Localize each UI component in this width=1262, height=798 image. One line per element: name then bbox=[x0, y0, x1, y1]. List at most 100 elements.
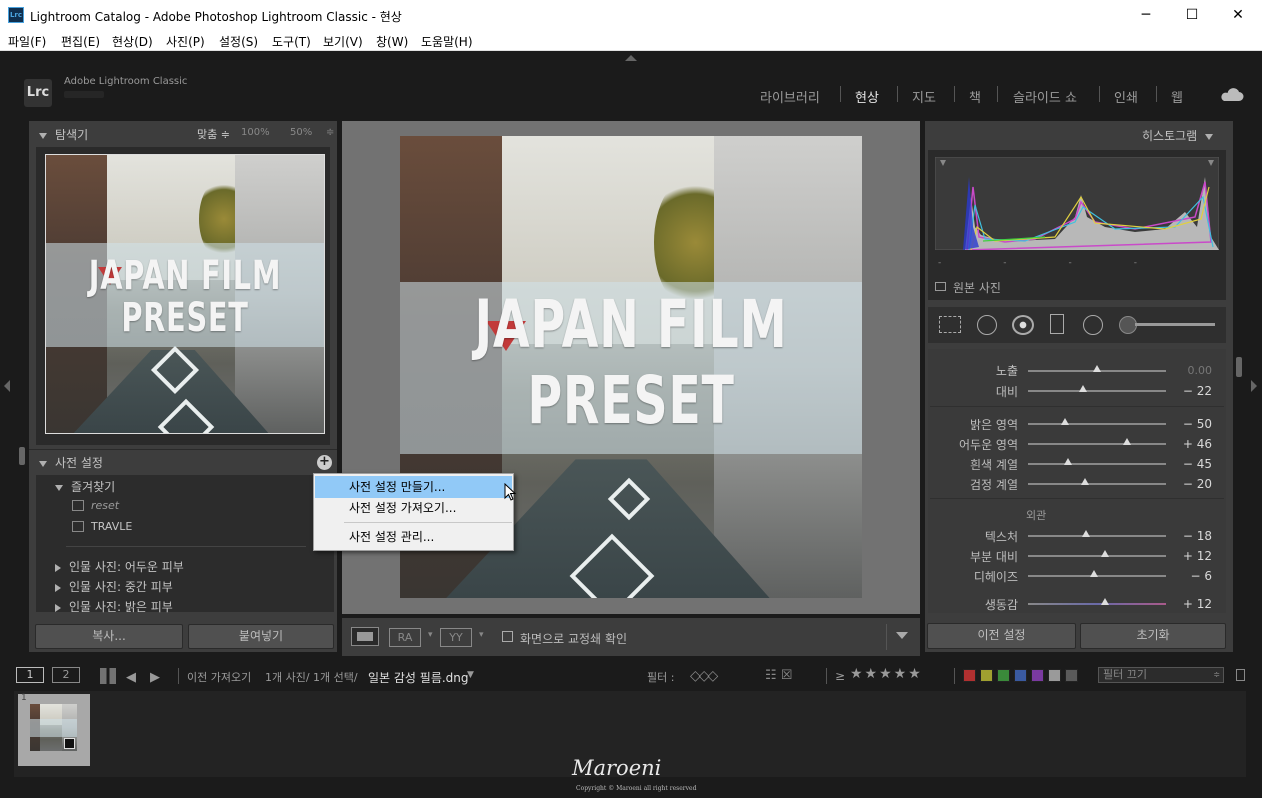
filter-preset-select[interactable]: 필터 끄기 ≑ bbox=[1098, 667, 1224, 683]
filter-lock-icon[interactable] bbox=[1236, 669, 1245, 681]
paste-button[interactable]: 붙여넣기 bbox=[188, 624, 334, 649]
edited-filter-icons[interactable]: ☷ ☒ bbox=[765, 668, 792, 683]
presets-header[interactable]: 사전 설정 bbox=[39, 454, 103, 471]
exposure-value[interactable]: 0.00 bbox=[1172, 364, 1213, 377]
previous-settings-button[interactable]: 이전 설정 bbox=[927, 623, 1076, 649]
zoom-100[interactable]: 100% bbox=[241, 127, 270, 138]
menu-photo[interactable]: 사진(P) bbox=[166, 33, 205, 50]
color-label-blue[interactable] bbox=[1014, 669, 1027, 682]
color-label-yellow[interactable] bbox=[980, 669, 993, 682]
whites-slider-thumb[interactable] bbox=[1064, 458, 1073, 465]
minimize-button[interactable]: ─ bbox=[1123, 0, 1169, 30]
import-presets-menu-item[interactable]: 사전 설정 가져오기... bbox=[315, 497, 512, 519]
contrast-slider[interactable] bbox=[1028, 390, 1166, 392]
maximize-button[interactable]: ☐ bbox=[1169, 0, 1215, 30]
rating-filter-stars[interactable]: ★★★★★ bbox=[850, 666, 923, 682]
primary-window-button[interactable]: 1 bbox=[16, 667, 44, 683]
create-preset-menu-item[interactable]: 사전 설정 만들기... bbox=[315, 476, 512, 498]
flag-filter-icons[interactable]: ◇◇◇ bbox=[690, 668, 718, 684]
dropdown-icon[interactable]: ▾ bbox=[479, 630, 484, 640]
softproof-checkbox[interactable] bbox=[502, 631, 513, 642]
blacks-slider-thumb[interactable] bbox=[1080, 478, 1089, 485]
color-label-red[interactable] bbox=[963, 669, 976, 682]
cloud-icon[interactable] bbox=[1218, 86, 1244, 102]
original-photo-checkbox[interactable] bbox=[935, 282, 946, 291]
close-button[interactable]: ✕ bbox=[1215, 0, 1261, 30]
whites-slider[interactable] bbox=[1028, 463, 1166, 465]
menu-edit[interactable]: 편집(E) bbox=[61, 33, 100, 50]
clarity-slider-thumb[interactable] bbox=[1101, 550, 1110, 557]
vibrance-value[interactable]: + 12 bbox=[1172, 597, 1212, 611]
previous-import-label[interactable]: 이전 가져오기 bbox=[187, 669, 251, 685]
whites-value[interactable]: − 45 bbox=[1172, 457, 1212, 471]
left-panel-scrollbar[interactable] bbox=[19, 447, 25, 465]
next-arrow-icon[interactable]: ▶ bbox=[150, 670, 160, 685]
blacks-value[interactable]: − 20 bbox=[1172, 477, 1212, 491]
module-map[interactable]: 지도 bbox=[912, 87, 936, 106]
filmstrip-thumbnail[interactable]: 1 bbox=[18, 693, 90, 766]
grid-view-icon[interactable] bbox=[100, 668, 116, 684]
module-develop[interactable]: 현상 bbox=[855, 87, 879, 106]
module-library[interactable]: 라이브러리 bbox=[760, 87, 820, 106]
blacks-slider[interactable] bbox=[1028, 483, 1166, 485]
color-label-purple[interactable] bbox=[1031, 669, 1044, 682]
red-eye-icon[interactable] bbox=[1012, 315, 1034, 335]
preset-group-dark-skin[interactable]: 인물 사진: 어두운 피부 bbox=[55, 558, 184, 575]
left-panel-toggle-icon[interactable] bbox=[4, 380, 10, 392]
menu-window[interactable]: 창(W) bbox=[376, 33, 408, 50]
color-label-custom[interactable] bbox=[1048, 669, 1061, 682]
before-after-lr-button[interactable]: RA bbox=[389, 628, 421, 647]
rating-operator[interactable]: ≥ bbox=[835, 669, 845, 683]
texture-value[interactable]: − 18 bbox=[1172, 529, 1212, 543]
module-book[interactable]: 책 bbox=[969, 87, 981, 106]
toolbar-options-icon[interactable] bbox=[896, 632, 908, 639]
exposure-slider-thumb[interactable] bbox=[1093, 365, 1101, 372]
zoom-stepper-icon[interactable]: ≑ bbox=[326, 127, 334, 138]
menu-tools[interactable]: 도구(T) bbox=[272, 33, 311, 50]
crop-icon[interactable] bbox=[939, 316, 961, 333]
right-panel-toggle-icon[interactable] bbox=[1251, 380, 1257, 392]
filename-dropdown-icon[interactable]: ▼ bbox=[467, 670, 474, 680]
highlights-slider[interactable] bbox=[1028, 423, 1166, 425]
color-label-none[interactable] bbox=[1065, 669, 1078, 682]
module-web[interactable]: 웹 bbox=[1171, 87, 1183, 106]
menu-help[interactable]: 도움말(H) bbox=[421, 33, 473, 50]
module-print[interactable]: 인쇄 bbox=[1114, 87, 1138, 106]
dropdown-icon[interactable]: ▾ bbox=[428, 630, 433, 640]
menu-settings[interactable]: 설정(S) bbox=[219, 33, 258, 50]
vibrance-slider-thumb[interactable] bbox=[1101, 598, 1110, 605]
manage-presets-menu-item[interactable]: 사전 설정 관리... bbox=[315, 526, 512, 548]
contrast-value[interactable]: − 22 bbox=[1172, 384, 1212, 398]
reset-button[interactable]: 초기화 bbox=[1080, 623, 1226, 649]
highlights-value[interactable]: − 50 bbox=[1172, 417, 1212, 431]
menu-view[interactable]: 보기(V) bbox=[323, 33, 363, 50]
brush-slider[interactable] bbox=[1135, 323, 1215, 326]
shadows-value[interactable]: + 46 bbox=[1172, 437, 1212, 451]
texture-slider[interactable] bbox=[1028, 535, 1166, 537]
spot-removal-icon[interactable] bbox=[977, 315, 997, 335]
right-panel-scrollbar[interactable] bbox=[1236, 357, 1242, 377]
menu-develop[interactable]: 현상(D) bbox=[112, 33, 153, 50]
prev-arrow-icon[interactable]: ◀ bbox=[126, 670, 136, 685]
top-panel-toggle-icon[interactable] bbox=[625, 55, 637, 61]
clarity-slider[interactable] bbox=[1028, 555, 1166, 557]
secondary-window-button[interactable]: 2 bbox=[52, 667, 80, 683]
preset-item-travle[interactable]: TRAVLE bbox=[91, 520, 132, 533]
preset-group-light-skin[interactable]: 인물 사진: 밝은 피부 bbox=[55, 598, 173, 615]
histogram-header[interactable]: 히스토그램 bbox=[1142, 127, 1214, 144]
favorites-folder[interactable]: 즐겨찾기 bbox=[55, 478, 115, 495]
menu-file[interactable]: 파일(F) bbox=[8, 33, 46, 50]
dehaze-value[interactable]: − 6 bbox=[1172, 569, 1212, 583]
highlights-slider-thumb[interactable] bbox=[1061, 418, 1070, 425]
preset-group-medium-skin[interactable]: 인물 사진: 중간 피부 bbox=[55, 578, 173, 595]
clarity-value[interactable]: + 12 bbox=[1172, 549, 1212, 563]
texture-slider-thumb[interactable] bbox=[1081, 530, 1090, 537]
radial-filter-icon[interactable] bbox=[1083, 315, 1103, 335]
zoom-fit[interactable]: 맞춤 ≑ bbox=[197, 126, 230, 142]
before-after-tb-button[interactable]: YY bbox=[440, 628, 472, 647]
loupe-view-button[interactable] bbox=[351, 627, 379, 646]
graduated-filter-icon[interactable] bbox=[1050, 314, 1064, 334]
navigator-header[interactable]: 탐색기 bbox=[39, 126, 88, 143]
preset-item-reset[interactable]: reset bbox=[91, 499, 119, 512]
navigator-preview[interactable]: JAPAN FILM PRESET bbox=[45, 154, 325, 434]
